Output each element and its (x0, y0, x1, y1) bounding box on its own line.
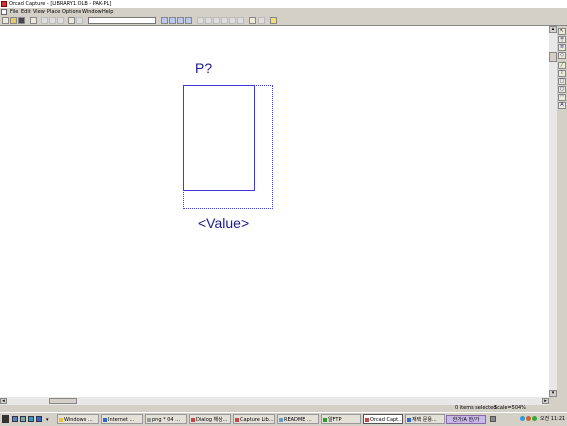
task-button[interactable]: 재택 문용... (405, 414, 445, 424)
polyline-icon[interactable]: ⌇ (558, 70, 566, 77)
ellipse-icon[interactable]: ○ (558, 86, 566, 93)
vertical-scroll-thumb[interactable] (549, 52, 557, 62)
document-icon (407, 418, 411, 422)
redo-icon[interactable] (76, 17, 83, 24)
windows-taskbar: ▾ Windows ... Internet ... png * 04 ... … (0, 412, 567, 426)
print-icon[interactable] (30, 17, 37, 24)
part-value-label[interactable]: <Value> (198, 215, 249, 231)
ime-indicator[interactable]: 한가/A 한/가 (446, 415, 486, 424)
part-editor-canvas[interactable] (0, 26, 549, 397)
pointer-icon[interactable] (249, 17, 256, 24)
window-title: Orcad Capture - [LIBRARY1.OLB - PAK-PL] (9, 1, 112, 7)
menu-file[interactable]: File (10, 8, 18, 16)
part-reference-label[interactable]: P? (195, 60, 212, 76)
start-icon[interactable] (2, 415, 9, 423)
quicklaunch-icon[interactable] (28, 416, 34, 422)
orcad-icon (191, 418, 195, 422)
help-icon[interactable] (270, 17, 277, 24)
line-icon[interactable]: ╱ (558, 62, 566, 69)
scroll-down-icon[interactable]: ▾ (549, 390, 557, 397)
part-combo-box[interactable] (88, 17, 156, 24)
save-icon[interactable] (18, 17, 25, 24)
text-icon[interactable]: A (558, 102, 566, 109)
task-button[interactable]: README ... (277, 414, 319, 424)
menu-view[interactable]: View (33, 8, 45, 16)
orcad-app-icon[interactable] (1, 1, 7, 7)
network-icon[interactable] (520, 416, 525, 421)
tool-disabled-icon[interactable] (197, 17, 204, 24)
select-icon[interactable]: ↖ (558, 28, 566, 35)
arc-icon[interactable]: ◠ (558, 94, 566, 101)
notepad-icon (279, 418, 283, 422)
quicklaunch-more-icon[interactable]: ▾ (46, 417, 49, 423)
tool-disabled-icon[interactable] (213, 17, 220, 24)
tool-disabled-icon[interactable] (237, 17, 244, 24)
tool-disabled-icon[interactable] (258, 17, 265, 24)
scroll-up-icon[interactable]: ▴ (549, 26, 557, 33)
document-icon[interactable] (1, 9, 7, 15)
quicklaunch-icon[interactable] (12, 416, 18, 422)
tool-palette: ↖ ╤ ≡ ◇ ╱ ⌇ □ ○ ◠ A (557, 26, 567, 406)
menu-help[interactable]: Help (102, 8, 113, 16)
scroll-left-icon[interactable]: ◂ (0, 398, 7, 404)
zoom-out-icon[interactable] (169, 17, 176, 24)
title-bar: Orcad Capture - [LIBRARY1.OLB - PAK-PL] (0, 0, 567, 8)
quicklaunch-icon[interactable] (36, 416, 42, 422)
menu-bar: File Edit View Place Options Window Help (0, 8, 567, 16)
menu-edit[interactable]: Edit (21, 8, 31, 16)
task-button[interactable]: Capture Lib... (233, 414, 275, 424)
status-bar: 0 items selected Scale=504% (0, 405, 567, 412)
scroll-right-icon[interactable]: ▸ (542, 398, 549, 404)
task-button[interactable]: Internet ... (101, 414, 143, 424)
menu-window[interactable]: Window (82, 8, 102, 16)
pin-array-icon[interactable]: ≡ (558, 44, 566, 51)
undo-icon[interactable] (68, 17, 75, 24)
tool-disabled-icon[interactable] (229, 17, 236, 24)
toolbar (0, 16, 567, 26)
system-tray: 오전 11:21 (520, 414, 566, 424)
copy-icon[interactable] (49, 17, 56, 24)
orcad-icon (235, 418, 239, 422)
ime-options-icon[interactable] (490, 416, 496, 422)
orcad-icon (365, 418, 369, 422)
zoom-in-icon[interactable] (161, 17, 168, 24)
clock[interactable]: 오전 11:21 (540, 414, 565, 424)
task-button[interactable]: 알FTP (321, 414, 361, 424)
horizontal-scroll-thumb[interactable] (49, 398, 77, 404)
open-icon[interactable] (10, 17, 17, 24)
part-body-outline[interactable] (183, 85, 255, 191)
cut-icon[interactable] (41, 17, 48, 24)
paste-icon[interactable] (57, 17, 64, 24)
tool-disabled-icon[interactable] (205, 17, 212, 24)
rectangle-icon[interactable]: □ (558, 78, 566, 85)
place-pin-icon[interactable]: ╤ (558, 36, 566, 43)
quicklaunch-icon[interactable] (20, 416, 26, 422)
antivirus-icon[interactable] (526, 416, 531, 421)
scale-status: Scale=504% (494, 405, 526, 411)
zoom-area-icon[interactable] (177, 17, 184, 24)
folder-icon (59, 418, 63, 422)
browser-icon (103, 418, 107, 422)
ieee-symbol-icon[interactable]: ◇ (558, 52, 566, 59)
image-icon (147, 418, 151, 422)
volume-icon[interactable] (532, 416, 537, 421)
task-button-active[interactable]: Orcad Capt... (363, 414, 403, 424)
menu-options[interactable]: Options (62, 8, 81, 16)
new-icon[interactable] (2, 17, 9, 24)
vertical-scrollbar[interactable] (549, 26, 557, 397)
task-button[interactable]: Dialog 해상... (189, 414, 231, 424)
task-button[interactable]: png * 04 ... (145, 414, 187, 424)
horizontal-scrollbar[interactable] (0, 397, 549, 405)
selection-status: 0 items selected (455, 405, 497, 411)
tool-disabled-icon[interactable] (221, 17, 228, 24)
ftp-icon (323, 418, 327, 422)
zoom-all-icon[interactable] (185, 17, 192, 24)
menu-place[interactable]: Place (47, 8, 60, 16)
task-button[interactable]: Windows ... (57, 414, 99, 424)
